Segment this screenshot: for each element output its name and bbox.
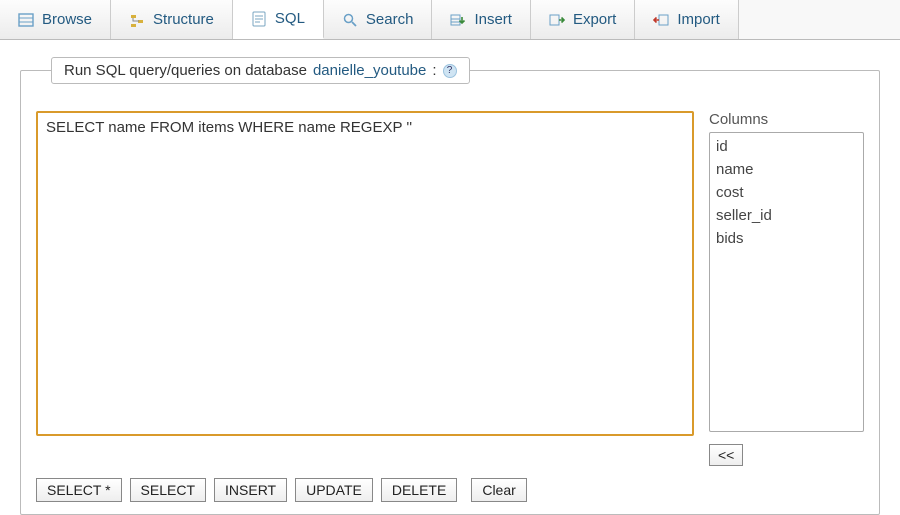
- column-option[interactable]: bids: [712, 227, 861, 250]
- column-option[interactable]: id: [712, 135, 861, 158]
- import-icon: [653, 12, 669, 28]
- sql-panel: Run SQL query/queries on database daniel…: [20, 70, 880, 515]
- structure-icon: [129, 12, 145, 28]
- help-icon[interactable]: ?: [443, 64, 457, 78]
- tab-browse[interactable]: Browse: [0, 0, 111, 39]
- column-option[interactable]: name: [712, 158, 861, 181]
- insert-icon: [450, 12, 466, 28]
- columns-select[interactable]: idnamecostseller_idbids: [709, 132, 864, 432]
- tab-search[interactable]: Search: [324, 0, 433, 39]
- delete-button[interactable]: DELETE: [381, 478, 457, 502]
- tab-insert[interactable]: Insert: [432, 0, 531, 39]
- tab-bar: Browse Structure SQL Search Insert Expor…: [0, 0, 900, 40]
- tab-sql[interactable]: SQL: [233, 0, 324, 39]
- search-icon: [342, 12, 358, 28]
- sql-query-input[interactable]: [36, 111, 694, 436]
- database-link[interactable]: danielle_youtube: [313, 62, 426, 79]
- tab-label: Browse: [42, 11, 92, 28]
- column-option[interactable]: cost: [712, 181, 861, 204]
- insert-column-button[interactable]: <<: [709, 444, 743, 466]
- tab-label: SQL: [275, 10, 305, 27]
- tab-label: Structure: [153, 11, 214, 28]
- work-area: Columns idnamecostseller_idbids <<: [36, 111, 864, 466]
- tab-import[interactable]: Import: [635, 0, 739, 39]
- tab-label: Export: [573, 11, 616, 28]
- tab-structure[interactable]: Structure: [111, 0, 233, 39]
- legend-prefix: Run SQL query/queries on database: [64, 62, 307, 79]
- legend-suffix: :: [432, 62, 436, 79]
- select-button[interactable]: SELECT: [130, 478, 206, 502]
- columns-pane: Columns idnamecostseller_idbids <<: [709, 111, 864, 466]
- panel-legend: Run SQL query/queries on database daniel…: [51, 57, 470, 84]
- table-icon: [18, 12, 34, 28]
- tab-label: Insert: [474, 11, 512, 28]
- clear-button[interactable]: Clear: [471, 478, 526, 502]
- insert-button[interactable]: INSERT: [214, 478, 287, 502]
- sql-icon: [251, 11, 267, 27]
- select-star-button[interactable]: SELECT *: [36, 478, 122, 502]
- columns-title: Columns: [709, 111, 864, 128]
- export-icon: [549, 12, 565, 28]
- update-button[interactable]: UPDATE: [295, 478, 373, 502]
- tab-label: Import: [677, 11, 720, 28]
- tab-label: Search: [366, 11, 414, 28]
- query-template-buttons: SELECT * SELECT INSERT UPDATE DELETE Cle…: [36, 478, 864, 502]
- column-option[interactable]: seller_id: [712, 204, 861, 227]
- tab-export[interactable]: Export: [531, 0, 635, 39]
